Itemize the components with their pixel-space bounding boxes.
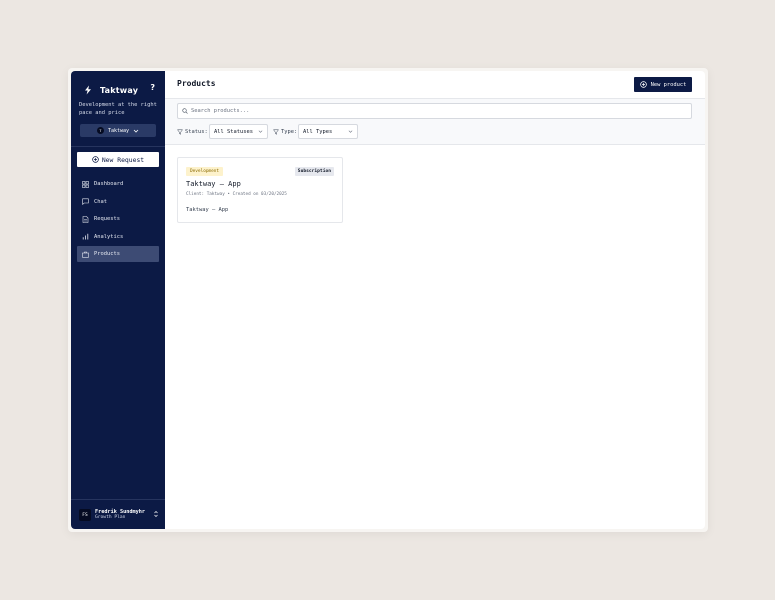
search-input[interactable] bbox=[191, 108, 671, 114]
user-info: Fredrik Sundmyhr Growth Plan bbox=[95, 509, 145, 522]
chat-icon bbox=[82, 198, 89, 206]
dashboard-icon bbox=[82, 180, 89, 188]
product-description: Taktway – App bbox=[186, 207, 229, 213]
document-icon bbox=[82, 215, 89, 223]
sidebar-item-analytics[interactable]: Analytics bbox=[77, 229, 159, 245]
product-card[interactable]: Development Subscription Taktway – App C… bbox=[177, 157, 343, 223]
status-badge: Development bbox=[186, 167, 224, 176]
user-plan: Growth Plan bbox=[95, 515, 126, 521]
sidebar-item-label: Dashboard bbox=[94, 181, 124, 187]
sidebar-item-products[interactable]: Products bbox=[77, 246, 159, 263]
filter-icon bbox=[177, 129, 183, 135]
status-label-text: Status: bbox=[185, 129, 208, 135]
new-product-button[interactable]: New product bbox=[634, 77, 692, 92]
page-title: Products bbox=[177, 79, 216, 88]
tagline: Development at the right pace and price bbox=[79, 102, 157, 116]
type-label-text: Type: bbox=[281, 129, 298, 135]
sidebar-divider-bottom bbox=[71, 499, 165, 500]
product-meta: Client: Taktway • Created on 03/20/2025 bbox=[186, 192, 287, 197]
sidebar-divider bbox=[71, 146, 165, 147]
type-select[interactable]: All Types bbox=[298, 124, 358, 139]
filter-icon bbox=[273, 129, 279, 135]
sidebar-item-label: Chat bbox=[94, 198, 107, 205]
brand: Taktway ? bbox=[83, 83, 155, 97]
type-select-value: All Types bbox=[303, 128, 333, 135]
sidebar-nav: Dashboard Chat Requests Analytics Produc… bbox=[77, 176, 159, 264]
type-filter-label: Type: bbox=[273, 129, 297, 135]
search-box[interactable] bbox=[177, 103, 692, 119]
chevron-down-icon bbox=[258, 129, 263, 134]
status-select-value: All Statuses bbox=[214, 128, 253, 135]
sidebar: Taktway ? Development at the right pace … bbox=[71, 71, 165, 529]
help-icon[interactable]: ? bbox=[150, 83, 155, 92]
briefcase-icon bbox=[82, 251, 89, 258]
workspace-select[interactable]: T Taktway bbox=[80, 124, 156, 137]
search-icon bbox=[182, 108, 188, 114]
chevron-down-icon bbox=[348, 129, 353, 134]
workspace-name: Taktway bbox=[107, 127, 130, 134]
sidebar-item-dashboard[interactable]: Dashboard bbox=[77, 176, 159, 192]
bar-chart-icon bbox=[82, 233, 89, 240]
chevron-up-down-icon bbox=[153, 510, 159, 518]
plus-circle-icon bbox=[639, 81, 647, 88]
user-menu[interactable]: FS Fredrik Sundmyhr Growth Plan bbox=[79, 507, 161, 523]
new-request-button[interactable]: New Request bbox=[77, 152, 159, 167]
bolt-icon bbox=[83, 85, 93, 95]
sidebar-item-label: Analytics bbox=[94, 233, 124, 240]
chevron-down-icon bbox=[133, 128, 139, 134]
new-request-label: New Request bbox=[101, 155, 145, 164]
type-badge: Subscription bbox=[294, 167, 334, 176]
status-filter-label: Status: bbox=[177, 129, 208, 135]
main-content: Products New product Status: All Statuse… bbox=[165, 71, 705, 529]
workspace-logo: T bbox=[96, 127, 104, 134]
status-select[interactable]: All Statuses bbox=[209, 124, 268, 139]
sidebar-item-requests[interactable]: Requests bbox=[77, 211, 159, 227]
avatar: FS bbox=[79, 509, 91, 521]
sidebar-item-chat[interactable]: Chat bbox=[77, 194, 159, 210]
sidebar-item-label: Requests bbox=[94, 216, 120, 223]
sidebar-item-label: Products bbox=[94, 251, 120, 258]
brand-name: Taktway bbox=[100, 85, 139, 95]
product-title: Taktway – App bbox=[186, 180, 241, 188]
plus-circle-icon bbox=[92, 156, 99, 163]
new-product-label: New product bbox=[650, 81, 687, 88]
filter-bar: Status: All Statuses Type: All Types bbox=[165, 99, 705, 145]
